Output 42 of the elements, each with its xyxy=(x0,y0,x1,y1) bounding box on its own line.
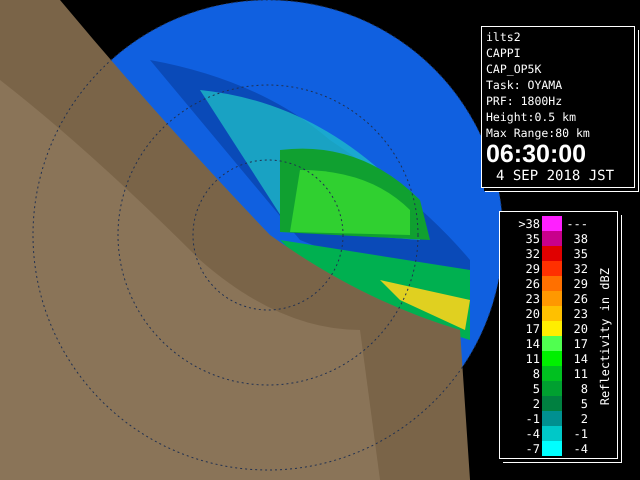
legend-label: 26 xyxy=(524,276,541,290)
info-text: PRF: 1800Hz xyxy=(486,93,564,109)
legend-label: -4 xyxy=(572,442,588,456)
legend-label: 17 xyxy=(572,336,588,350)
info-text: Task: OYAMA xyxy=(486,77,564,93)
legend-label: 17 xyxy=(524,322,541,336)
legend-label: 29 xyxy=(572,276,588,290)
legend-label: -7 xyxy=(524,442,541,456)
legend-label: 14 xyxy=(524,336,541,350)
info-text: Height:0.5 km xyxy=(486,109,578,125)
legend-label: 35 xyxy=(524,232,541,246)
legend-label: 26 xyxy=(572,292,588,306)
legend-label: 32 xyxy=(524,246,541,260)
legend-label: 32 xyxy=(572,262,588,276)
date-text: 4 SEP 2018 JST xyxy=(495,167,616,185)
legend-label: 8 xyxy=(580,382,588,396)
time-text: 06:30:00 xyxy=(486,141,588,167)
legend-label: 29 xyxy=(524,262,541,276)
legend-label: 20 xyxy=(572,322,588,336)
legend-label: 23 xyxy=(572,306,588,320)
legend-label: -1 xyxy=(524,412,541,426)
info-text: CAP_OP5K xyxy=(486,61,542,77)
legend-label: 20 xyxy=(524,306,541,320)
legend-label: 23 xyxy=(524,292,541,306)
legend-label: 8 xyxy=(532,366,541,380)
legend-label: >38 xyxy=(517,216,541,230)
legend-label: 14 xyxy=(572,352,588,366)
legend-label: -1 xyxy=(572,426,588,440)
legend-label: 2 xyxy=(532,396,541,410)
legend-label: 11 xyxy=(524,352,541,366)
legend-label: 38 xyxy=(572,232,588,246)
legend-label: 5 xyxy=(580,396,588,410)
legend-label: 11 xyxy=(572,366,588,380)
info-text: ilts2 xyxy=(486,29,522,45)
legend-title: Reflectivity in dBZ xyxy=(598,268,612,406)
legend-label: 35 xyxy=(572,246,588,260)
info-text: CAPPI xyxy=(486,45,522,61)
legend-label: -4 xyxy=(524,426,541,440)
legend-label: 2 xyxy=(580,412,588,426)
info-text: Max Range:80 km xyxy=(486,125,591,141)
legend-label: --- xyxy=(565,216,588,230)
legend-label: 5 xyxy=(532,382,541,396)
